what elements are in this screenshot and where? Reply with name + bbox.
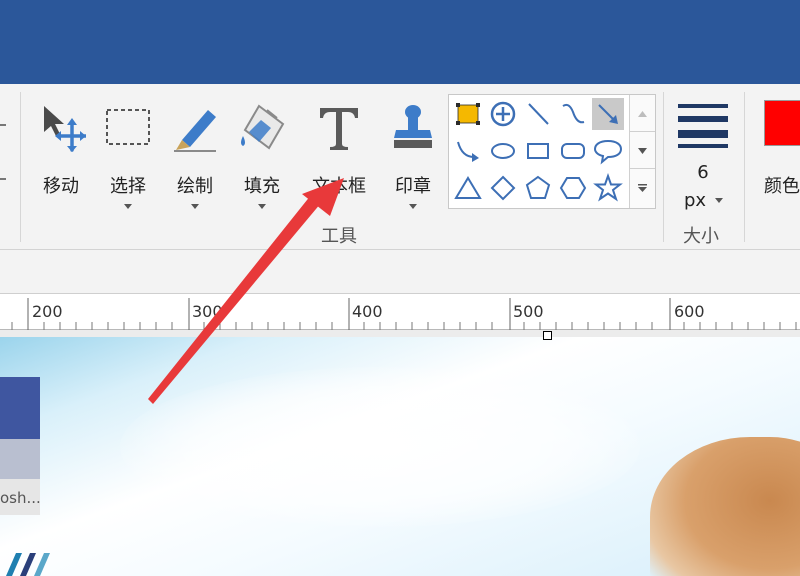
shape-arrow-icon[interactable] — [592, 98, 624, 130]
horizontal-ruler: 200 300 400 500 600 — [0, 294, 800, 330]
canvas-margin — [0, 330, 800, 337]
brush-size-unit: px — [684, 190, 707, 211]
tool-fill[interactable]: 填充 — [231, 96, 293, 216]
scroll-up-button[interactable] — [630, 95, 655, 132]
stamp-icon — [388, 102, 438, 152]
color-label: 颜色 — [764, 176, 800, 197]
brush-size-value: 6 — [697, 162, 709, 183]
tool-stamp[interactable]: 印章 — [382, 96, 444, 216]
canvas-thumbnail: osh... — [0, 377, 40, 515]
image-canvas[interactable]: osh... — [0, 337, 800, 576]
shape-rectangle-filled-icon[interactable] — [452, 98, 484, 130]
chevron-down-icon — [638, 148, 647, 154]
shape-diamond-icon[interactable] — [487, 172, 519, 204]
expand-more-icon — [638, 184, 647, 192]
canvas-photo-subject — [650, 437, 800, 576]
shape-star-icon[interactable] — [592, 172, 624, 204]
ribbon-left-marker — [0, 178, 6, 180]
ribbon: 移动 选择 绘制 填充 文本框 印章 工具 6 px 大小 颜色 — [0, 84, 800, 254]
shape-curve-icon[interactable] — [557, 98, 589, 130]
shape-speech-bubble-icon[interactable] — [592, 135, 624, 167]
ribbon-left-marker — [0, 124, 6, 126]
chevron-down-icon[interactable] — [258, 204, 266, 209]
chevron-down-icon[interactable] — [409, 204, 417, 209]
color-swatch[interactable] — [764, 100, 800, 146]
chevron-down-icon[interactable] — [715, 198, 723, 203]
shape-hexagon-icon[interactable] — [557, 172, 589, 204]
move-icon — [36, 102, 88, 152]
title-bar — [0, 0, 800, 84]
brush-size-control[interactable]: 6 px — [670, 96, 736, 216]
shapes-gallery — [448, 94, 656, 209]
shape-curved-arrow-icon[interactable] — [452, 135, 484, 167]
ruler-label: 300 — [192, 302, 223, 321]
ruler-label: 500 — [513, 302, 544, 321]
canvas-thumbnail-text: osh... — [0, 489, 40, 507]
canvas-image-glow — [120, 367, 640, 527]
expand-gallery-button[interactable] — [630, 169, 655, 206]
canvas-stripes — [6, 553, 50, 576]
shape-triangle-icon[interactable] — [452, 172, 484, 204]
ribbon-separator — [20, 92, 21, 242]
scroll-down-button[interactable] — [630, 132, 655, 169]
chevron-down-icon[interactable] — [191, 204, 199, 209]
chevron-down-icon[interactable] — [124, 204, 132, 209]
shape-pentagon-icon[interactable] — [522, 172, 554, 204]
shape-circle-plus-icon[interactable] — [487, 98, 519, 130]
ruler-label: 400 — [352, 302, 383, 321]
tool-stamp-label: 印章 — [395, 176, 431, 197]
tool-select[interactable]: 选择 — [97, 96, 159, 216]
ribbon-separator — [744, 92, 745, 242]
line-weight-icon — [678, 104, 728, 148]
chevron-up-icon — [638, 111, 647, 117]
shape-line-icon[interactable] — [522, 98, 554, 130]
paint-bucket-icon — [237, 102, 287, 152]
select-rect-icon — [103, 102, 153, 152]
shape-rounded-rectangle-icon[interactable] — [557, 135, 589, 167]
ruler-label: 200 — [32, 302, 63, 321]
size-group-label: 大小 — [683, 226, 719, 247]
ruler-label: 600 — [674, 302, 705, 321]
tool-fill-label: 填充 — [244, 176, 280, 197]
shape-ellipse-icon[interactable] — [487, 135, 519, 167]
shape-rectangle-icon[interactable] — [522, 135, 554, 167]
resize-handle[interactable] — [543, 331, 552, 340]
color-picker[interactable]: 颜色 — [758, 96, 800, 216]
ribbon-separator — [663, 92, 664, 242]
tool-draw-label: 绘制 — [177, 176, 213, 197]
tool-select-label: 选择 — [110, 176, 146, 197]
tool-move-label: 移动 — [43, 176, 79, 197]
secondary-bar — [0, 250, 800, 294]
tool-textbox-label: 文本框 — [312, 176, 366, 197]
text-t-icon — [314, 102, 364, 152]
shapes-scroller — [629, 95, 655, 208]
tool-move[interactable]: 移动 — [30, 96, 92, 216]
tools-group-label: 工具 — [321, 226, 357, 247]
tool-draw[interactable]: 绘制 — [164, 96, 226, 216]
pen-icon — [170, 102, 220, 152]
tool-textbox[interactable]: 文本框 — [308, 96, 370, 216]
